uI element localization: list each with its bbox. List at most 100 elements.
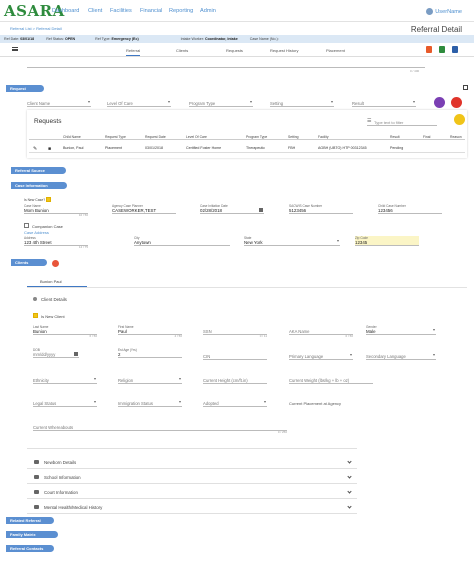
add-client-icon[interactable] <box>52 260 59 267</box>
dob-field[interactable]: DOB mm/dd/yyyy <box>33 348 79 358</box>
col-child-name: Child Name <box>63 135 81 139</box>
section-referral-source[interactable]: Referral Source <box>11 167 66 174</box>
filter-setting[interactable]: Setting <box>270 97 334 107</box>
case-address-link[interactable]: Case Address <box>24 230 49 235</box>
col-final: Final <box>423 135 431 139</box>
tab-clients[interactable]: Clients <box>176 48 188 53</box>
address-field[interactable]: Address 123 4th Street 14 / 75 <box>24 236 88 249</box>
nav-facilities[interactable]: Facilities <box>110 8 132 14</box>
primary-language-select[interactable]: Primary Language <box>289 350 353 360</box>
filter-client-name[interactable]: Client Name <box>27 97 91 107</box>
breadcrumb[interactable]: Referral List > Referral Detail <box>10 26 62 31</box>
sacwis-case-number-field[interactable]: SACWIS Case Number 5123456 <box>289 204 353 214</box>
col-result: Result <box>390 135 400 139</box>
copy-icon[interactable] <box>426 46 432 53</box>
table-row-program-type: Therapeutic <box>246 146 265 150</box>
notes-counter: 0 / 400 <box>410 69 420 73</box>
accordion-court-information[interactable]: Court Information <box>27 485 357 499</box>
client-details-label: Client Details <box>41 297 67 302</box>
filter-program-type[interactable]: Program Type <box>189 97 253 107</box>
calendar-icon <box>259 208 263 212</box>
intake-worker: Intake Worker: Coordinator, Intake <box>180 37 238 41</box>
col-request-date: Request Date <box>145 135 166 139</box>
case-initiation-date-field[interactable]: Case Initiation Date 02/28/2018 <box>200 204 264 214</box>
medical-icon <box>34 505 39 509</box>
filter-level-of-care[interactable]: Level Of Care <box>107 97 171 107</box>
first-name-field[interactable]: First Name Paul 4 / 50 <box>118 325 182 338</box>
secondary-language-select[interactable]: Secondary Language <box>366 350 436 360</box>
notes-field[interactable] <box>27 60 425 68</box>
user-name: UserName <box>435 8 462 15</box>
last-name-field[interactable]: Last Name Bunion 6 / 50 <box>33 325 97 338</box>
user-menu[interactable]: UserName <box>426 8 462 15</box>
requests-filter-input[interactable]: ☰ Type text to filter <box>367 117 437 126</box>
current-height-field[interactable]: Current Height (cm/ft.in) <box>203 374 267 384</box>
nav-reporting[interactable]: Reporting <box>169 8 193 14</box>
court-icon <box>34 490 39 494</box>
save-icon[interactable] <box>439 46 445 53</box>
aka-name-field[interactable]: AKA Name 0 / 50 <box>289 325 353 338</box>
tab-client-bunion-paul[interactable]: Bunion Paul <box>27 276 87 287</box>
religion-select[interactable]: Religion <box>118 374 182 384</box>
section-clients[interactable]: Clients <box>11 259 47 266</box>
col-setting: Setting <box>288 135 299 139</box>
est-age-field[interactable]: Est Age (Yrs) 2 <box>118 348 182 358</box>
gender-select[interactable]: Gender Male <box>366 325 436 335</box>
accordion-newborn-details[interactable]: Newborn Details <box>27 455 357 469</box>
client-icon <box>33 297 37 301</box>
child-case-number-field[interactable]: Child Case Number 123456 <box>378 204 442 214</box>
agency-case-planner-field[interactable]: Agency Case Planner CASEWORKER,TEST <box>112 204 176 214</box>
ethnicity-select[interactable]: Ethnicity <box>33 374 97 384</box>
nav-admin[interactable]: Admin <box>200 8 216 14</box>
is-new-case-checkbox[interactable] <box>46 197 51 202</box>
section-family-matrix[interactable]: Family Matrix <box>6 531 58 538</box>
section-request[interactable]: Request <box>6 85 44 92</box>
zip-code-field[interactable]: Zip Code 12345 <box>355 236 419 246</box>
tab-referral[interactable]: Referral <box>126 48 141 56</box>
accordion-mental-health[interactable]: Mental Health/Medical History <box>27 500 357 514</box>
calendar-icon <box>74 352 78 356</box>
referral-info-strip: Ref Date: 03/01/18 Ref Status: OPEN Ref … <box>0 35 474 43</box>
section-referral-contacts[interactable]: Referral Contacts <box>6 545 54 552</box>
download-icon[interactable] <box>452 46 458 53</box>
immigration-status-select[interactable]: Immigration Status <box>118 397 182 407</box>
table-row-result: Pending <box>390 146 404 150</box>
col-program-type: Program Type <box>246 135 268 139</box>
table-row-level-of-care: Certified Foster Home <box>186 146 222 150</box>
table-row-child-name: Bunion, Paul <box>63 146 84 150</box>
accordion-school-information[interactable]: School Information <box>27 470 357 484</box>
state-field[interactable]: State New York <box>244 236 340 246</box>
ssn-field[interactable]: SSN 0 / 11 <box>203 325 267 338</box>
current-weight-field[interactable]: Current Weight (lbs/kg + lb + oz) <box>289 374 373 384</box>
section-case-information[interactable]: Case Information <box>11 182 67 189</box>
accordion-divider <box>27 448 357 449</box>
nav-client[interactable]: Client <box>88 8 102 14</box>
companion-case-checkbox[interactable] <box>24 223 29 228</box>
expand-icon[interactable] <box>463 85 468 90</box>
filter-result[interactable]: Result <box>352 97 416 107</box>
reset-button[interactable] <box>451 97 462 108</box>
search-button[interactable] <box>434 97 445 108</box>
col-facility: Facility <box>318 135 329 139</box>
legal-status-select[interactable]: Legal Status <box>33 397 97 407</box>
menu-icon[interactable] <box>12 47 18 51</box>
nav-dashboard[interactable]: Dashboard <box>52 8 79 14</box>
tab-placement[interactable]: Placement <box>326 48 345 53</box>
chevron-down-icon <box>347 504 352 509</box>
chevron-down-icon <box>347 474 352 479</box>
section-related-referral[interactable]: Related Referral <box>6 517 54 524</box>
adopted-select[interactable]: Adopted <box>203 397 267 407</box>
school-icon <box>34 475 39 479</box>
tab-request-history[interactable]: Request History <box>270 48 298 53</box>
case-name-field[interactable]: Case Name Mom Bunion 10 / 50 <box>24 204 88 217</box>
is-new-client-checkbox[interactable] <box>33 313 38 318</box>
tab-requests[interactable]: Requests <box>226 48 243 53</box>
chevron-down-icon <box>347 489 352 494</box>
ref-date: Ref Date: 03/01/18 <box>4 37 35 41</box>
user-avatar-icon <box>426 8 434 15</box>
add-request-button[interactable] <box>454 114 465 125</box>
city-field[interactable]: City Anytown <box>134 236 230 246</box>
cin-field[interactable]: CIN <box>203 350 267 360</box>
nav-financial[interactable]: Financial <box>140 8 162 14</box>
current-whereabouts-field[interactable]: Current Whereabouts 0 / 250 <box>33 421 287 434</box>
